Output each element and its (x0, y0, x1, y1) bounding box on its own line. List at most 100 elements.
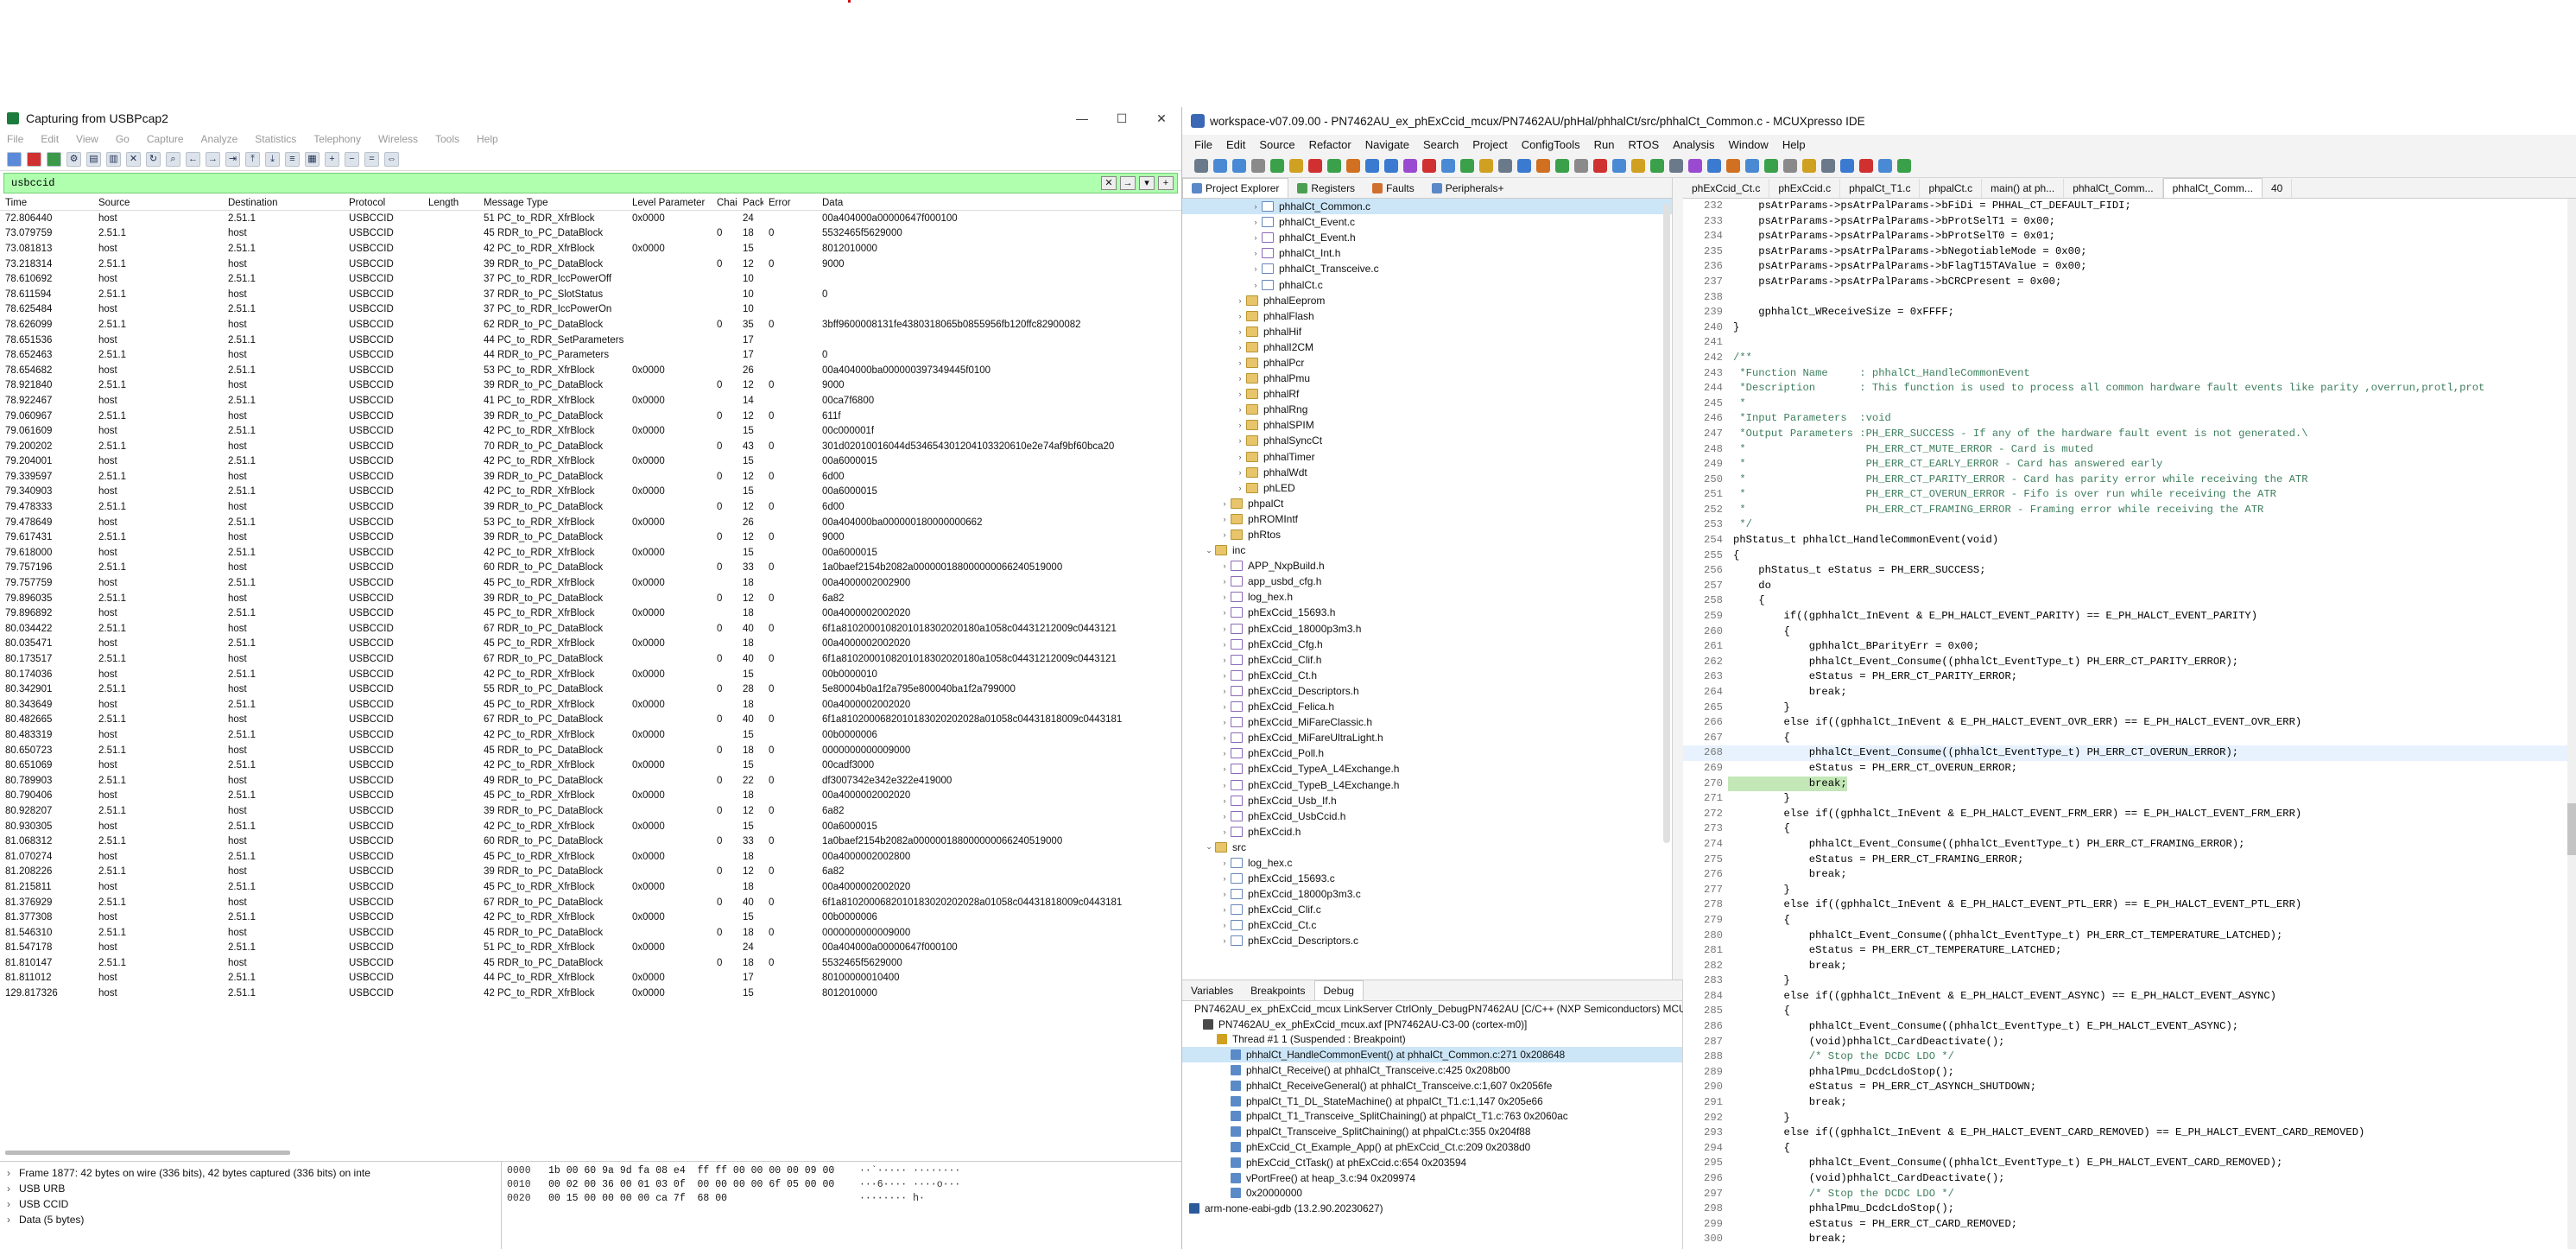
packet-row[interactable]: 81.810147 2.51.1 host USBCCID 45 RDR_to_PC_D… (0, 955, 1181, 971)
packet-row[interactable]: 79.339597 2.51.1 host USBCCID 39 RDR_to_PC_D… (0, 469, 1181, 485)
code-line[interactable]: 251 * PH_ERR_CT_OVERUN_ERROR - Fifo is o… (1683, 487, 2576, 503)
code-line[interactable]: 254 phStatus_t phhalCt_HandleCommonEvent(… (1683, 533, 2576, 548)
column-header-destination[interactable]: Destination (223, 198, 344, 208)
packet-row[interactable]: 80.343649 host 2.51.1 USBCCID 45 PC_to_RDR_X… (0, 697, 1181, 713)
code-line[interactable]: 232 psAtrParams->psAtrPalParams->bFiDi =… (1683, 199, 2576, 214)
packet-row[interactable]: 78.921840 2.51.1 host USBCCID 39 RDR_to_PC_D… (0, 378, 1181, 394)
code-line[interactable]: 242 /** (1683, 351, 2576, 366)
collapsed-arrow-icon[interactable]: › (1218, 874, 1231, 883)
code-line[interactable]: 240} (1683, 320, 2576, 336)
toolbar-icon[interactable] (1346, 158, 1360, 173)
collapsed-arrow-icon[interactable]: › (1218, 656, 1231, 664)
toolbar-icon[interactable] (1536, 158, 1550, 173)
toolbar-icon[interactable] (1270, 158, 1284, 173)
code-line[interactable]: 281 eStatus = PH_ERR_CT_TEMPERATURE_LATC… (1683, 943, 2576, 959)
toolbar-icon[interactable] (1517, 158, 1531, 173)
column-header-data[interactable]: Data (817, 198, 1180, 208)
code-line[interactable]: 257 do (1683, 579, 2576, 594)
expanded-arrow-icon[interactable]: ⌄ (1203, 546, 1215, 555)
packet-row[interactable]: 80.483319 host 2.51.1 USBCCID 42 PC_to_RDR_X… (0, 727, 1181, 743)
packet-row[interactable]: 81.811012 host 2.51.1 USBCCID 44 PC_to_RDR_X… (0, 971, 1181, 986)
collapsed-arrow-icon[interactable]: › (1234, 358, 1246, 367)
code-line[interactable]: 252 * PH_ERR_CT_FRAMING_ERROR - Framing … (1683, 503, 2576, 518)
file-item[interactable]: › phExCcid_15693.h (1182, 605, 1672, 620)
collapsed-arrow-icon[interactable]: › (1234, 312, 1246, 320)
toolbar-icon[interactable] (1365, 158, 1379, 173)
folder-item[interactable]: › phhalSPIM (1182, 417, 1672, 433)
code-line[interactable]: 297 /* Stop the DCDC LDO */ (1683, 1187, 2576, 1202)
file-item[interactable]: › app_usbd_cfg.h (1182, 574, 1672, 589)
bytes-ascii[interactable]: ········ h· (859, 1193, 925, 1207)
code-line[interactable]: 294 { (1683, 1141, 2576, 1157)
editor-tab[interactable]: phhalCt_Comm... (2162, 178, 2263, 198)
menu-item-tools[interactable]: Tools (435, 133, 459, 145)
code-line[interactable]: 244 *Description : This function is used… (1683, 381, 2576, 396)
code-line[interactable]: 272 else if((gphhalCt_InEvent & E_PH_HAL… (1683, 807, 2576, 822)
packet-row[interactable]: 79.060967 2.51.1 host USBCCID 39 RDR_to_PC_D… (0, 409, 1181, 424)
file-item[interactable]: › phExCcid_MiFareUltraLight.h (1182, 730, 1672, 745)
file-item[interactable]: › phExCcid.h (1182, 824, 1672, 840)
debug-node[interactable]: PN7462AU_ex_phExCcid_mcux.axf [PN7462AU-… (1182, 1017, 1682, 1032)
collapsed-arrow-icon[interactable]: › (1250, 281, 1262, 289)
packet-list-hscrollbar[interactable] (5, 1151, 290, 1155)
code-line[interactable]: 296 (void)phhalCt_CardDeactivate(); (1683, 1171, 2576, 1187)
code-line[interactable]: 293 else if((gphhalCt_InEvent & E_PH_HAL… (1683, 1125, 2576, 1141)
packet-row[interactable]: 73.081813 host 2.51.1 USBCCID 42 PC_to_RDR_X… (0, 241, 1181, 257)
toolbar-icon[interactable] (1821, 158, 1835, 173)
code-line[interactable]: 271 } (1683, 791, 2576, 807)
code-line[interactable]: 249 * PH_ERR_CT_EARLY_ERROR - Card has a… (1683, 457, 2576, 472)
detail-tree-item[interactable]: › Frame 1877: 42 bytes on wire (336 bits)… (0, 1165, 501, 1181)
packet-row[interactable]: 80.928207 2.51.1 host USBCCID 39 RDR_to_PC_D… (0, 803, 1181, 819)
code-line[interactable]: 277 } (1683, 883, 2576, 898)
code-line[interactable]: 292 } (1683, 1111, 2576, 1126)
ide-menu-window[interactable]: Window (1729, 138, 1769, 151)
code-line[interactable]: 282 break; (1683, 959, 2576, 974)
folder-item[interactable]: › phRtos (1182, 527, 1672, 542)
expanded-arrow-icon[interactable]: ⌄ (1203, 842, 1215, 852)
editor-tab[interactable]: main() at ph... (1982, 179, 2065, 198)
packet-row[interactable]: 78.626099 2.51.1 host USBCCID 62 RDR_to_PC_D… (0, 317, 1181, 333)
ide-menu-analysis[interactable]: Analysis (1673, 138, 1714, 151)
menu-item-statistics[interactable]: Statistics (255, 133, 296, 145)
collapsed-arrow-icon[interactable]: › (1234, 405, 1246, 414)
view-tab-registers[interactable]: Registers (1288, 179, 1364, 198)
apply-filter-icon[interactable]: → (1120, 176, 1136, 190)
file-item[interactable]: › phExCcid_Felica.h (1182, 699, 1672, 714)
collapsed-arrow-icon[interactable]: › (1218, 859, 1231, 867)
collapsed-arrow-icon[interactable]: › (1218, 905, 1231, 914)
file-item[interactable]: › phExCcid_Ct.c (1182, 917, 1672, 933)
ide-menu-file[interactable]: File (1194, 138, 1212, 151)
editor-tab[interactable]: phExCcid_Ct.c (1683, 179, 1770, 198)
code-line[interactable]: 259 if((gphhalCt_InEvent & E_PH_HALCT_EV… (1683, 609, 2576, 624)
expand-arrow-icon[interactable]: › (7, 1214, 19, 1226)
column-header-source[interactable]: Source (93, 198, 223, 208)
file-item[interactable]: › log_hex.h (1182, 589, 1672, 605)
collapsed-arrow-icon[interactable]: › (1218, 608, 1231, 617)
code-line[interactable]: 279 { (1683, 913, 2576, 929)
stack-frame[interactable]: phhalCt_ReceiveGeneral() at phhalCt_Tran… (1182, 1078, 1682, 1094)
folder-item[interactable]: › phhalPcr (1182, 355, 1672, 371)
ide-menu-run[interactable]: Run (1594, 138, 1615, 151)
code-line[interactable]: 246 *Input Parameters :void (1683, 411, 2576, 427)
code-line[interactable]: 236 psAtrParams->psAtrPalParams->bFlagT1… (1683, 259, 2576, 275)
toolbar-icon[interactable] (1859, 158, 1873, 173)
file-item[interactable]: › phhalCt_Event.h (1182, 230, 1672, 245)
packet-row[interactable]: 79.757759 host 2.51.1 USBCCID 45 PC_to_RDR_X… (0, 575, 1181, 591)
stack-frame[interactable]: phpalCt_T1_DL_StateMachine() at phpalCt_… (1182, 1094, 1682, 1109)
file-item[interactable]: › phExCcid_Clif.c (1182, 902, 1672, 917)
packet-row[interactable]: 79.896892 host 2.51.1 USBCCID 45 PC_to_RDR_X… (0, 605, 1181, 621)
collapsed-arrow-icon[interactable]: › (1218, 499, 1231, 508)
packet-row[interactable]: 78.654682 host 2.51.1 USBCCID 53 PC_to_RDR_X… (0, 363, 1181, 378)
go-to-packet-icon[interactable]: ⇥ (225, 152, 240, 167)
folder-item[interactable]: ⌄ inc (1182, 542, 1672, 558)
collapsed-arrow-icon[interactable]: › (1234, 374, 1246, 383)
code-line[interactable]: 263 eStatus = PH_ERR_CT_PARITY_ERROR; (1683, 669, 2576, 685)
packet-row[interactable]: 80.930305 host 2.51.1 USBCCID 42 PC_to_RDR_X… (0, 819, 1181, 834)
code-line[interactable]: 284 else if((gphhalCt_InEvent & E_PH_HAL… (1683, 989, 2576, 1005)
packet-row[interactable]: 81.208226 2.51.1 host USBCCID 39 RDR_to_PC_D… (0, 865, 1181, 880)
menu-item-file[interactable]: File (7, 133, 23, 145)
bytes-ascii[interactable]: ···6···· ····o··· (859, 1179, 960, 1193)
editor-tab[interactable]: phpalCt_T1.c (1840, 179, 1921, 198)
bytes-hex[interactable]: 1b 00 60 9a 9d fa 08 e4 ff ff 00 00 00 0… (548, 1165, 859, 1179)
maximize-button[interactable]: ☐ (1102, 111, 1142, 126)
